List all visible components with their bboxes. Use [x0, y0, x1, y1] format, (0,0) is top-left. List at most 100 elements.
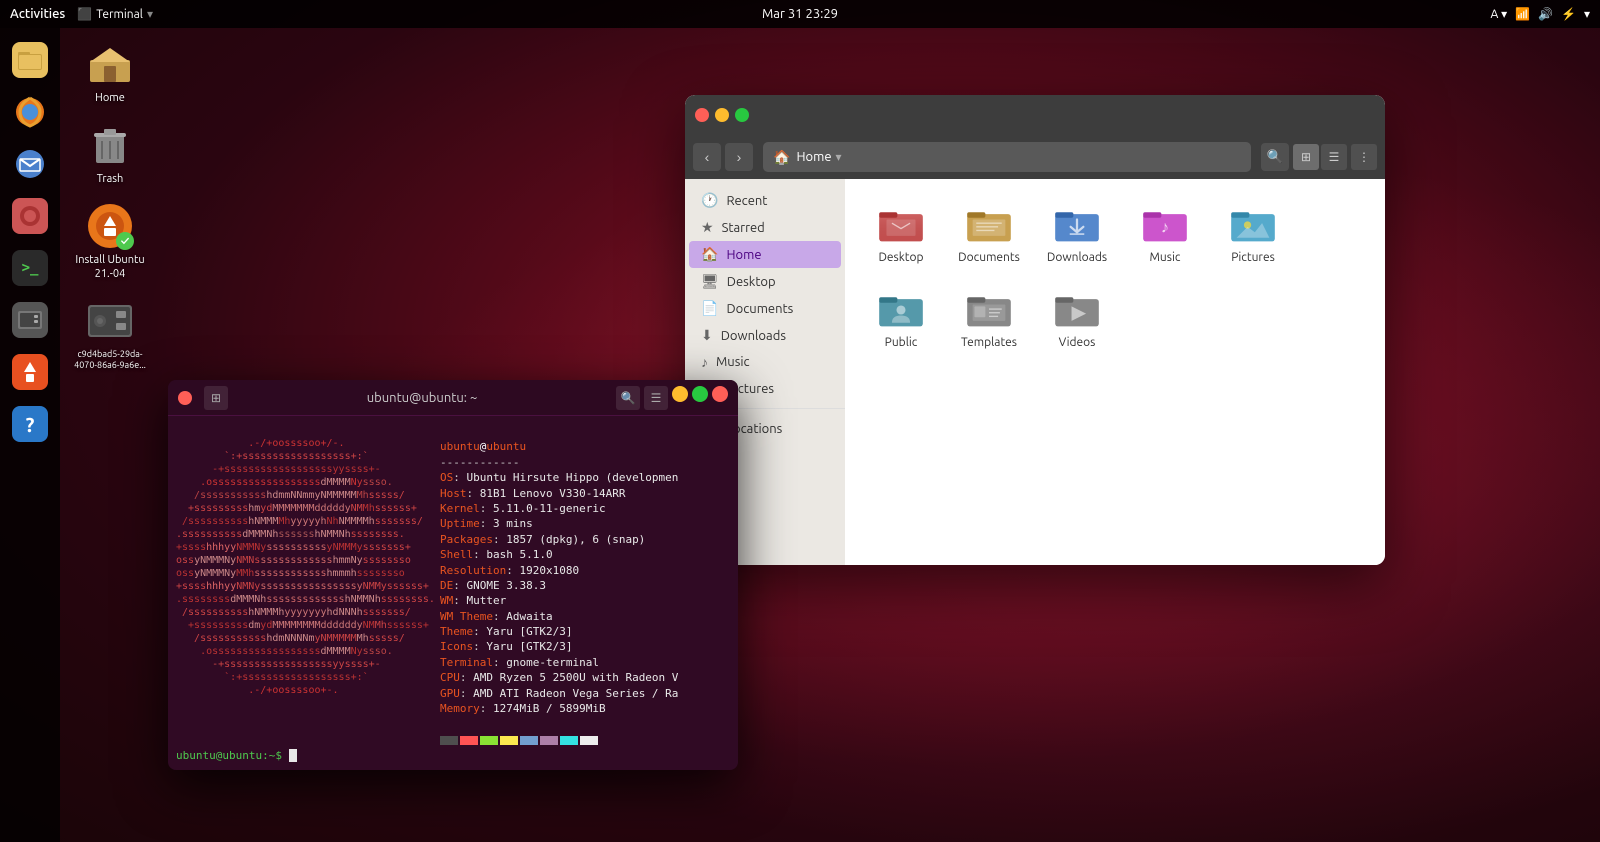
terminal-close-button[interactable]	[178, 391, 192, 405]
documents-nav-icon: 📄	[701, 300, 718, 317]
file-manager-body: 🕐 Recent ★ Starred 🏠 Home 🖥 Desktop 📄 Do…	[685, 179, 1385, 565]
folder-pictures-icon	[1227, 203, 1279, 247]
topbar: Activities ⬛ Terminal ▾ Mar 31 23:29 A ▾…	[0, 0, 1600, 28]
sidebar-item-recent[interactable]: 🕐 Recent	[689, 187, 841, 214]
folder-pictures-label: Pictures	[1231, 251, 1275, 264]
terminal-window: ⊞ ubuntu@ubuntu: ~ 🔍 ☰ .-/+oossssoo+/-. …	[168, 380, 738, 770]
dock-item-thunderbird[interactable]	[6, 140, 54, 188]
desktop-icons-area: Home Trash ✓ Install	[70, 40, 150, 386]
dock-item-firefox[interactable]	[6, 88, 54, 136]
file-manager-close-button[interactable]	[695, 108, 709, 122]
desktop-icon-ssd[interactable]: c9d4bad5-29da-4070-86a6-9a6e...	[70, 297, 150, 371]
folder-downloads-icon	[1051, 203, 1103, 247]
file-manager-content: Desktop Documents	[845, 179, 1385, 565]
sidebar-item-desktop[interactable]: 🖥 Desktop	[689, 268, 841, 295]
folder-documents[interactable]: Documents	[949, 195, 1029, 272]
folder-videos-label: Videos	[1059, 336, 1096, 349]
more-options-button[interactable]: ⋮	[1351, 144, 1377, 170]
folder-videos-icon	[1051, 288, 1103, 332]
palette-color-7	[560, 736, 578, 745]
sidebar-starred-label: Starred	[722, 221, 765, 235]
folder-downloads[interactable]: Downloads	[1037, 195, 1117, 272]
sidebar-item-starred[interactable]: ★ Starred	[689, 214, 841, 241]
terminal-minimize-button[interactable]	[672, 386, 688, 402]
dock-item-terminal[interactable]: >_	[6, 244, 54, 292]
palette-color-1	[440, 736, 458, 745]
terminal-prompt[interactable]: ubuntu@ubuntu:~$	[168, 745, 738, 770]
palette-color-8	[580, 736, 598, 745]
sidebar-home-label: Home	[726, 248, 761, 262]
terminal-maximize-button[interactable]	[692, 386, 708, 402]
terminal-title: ubuntu@ubuntu: ~	[236, 391, 608, 405]
neofetch-art: .-/+oossssoo+/-. `:+ssssssssssssssssss+:…	[176, 424, 436, 737]
terminal-options-button[interactable]: ☰	[644, 386, 668, 410]
terminal-cursor	[289, 749, 297, 762]
palette-color-4	[500, 736, 518, 745]
sidebar-item-documents[interactable]: 📄 Documents	[689, 295, 841, 322]
system-menu-btn[interactable]: ▾	[1584, 7, 1590, 21]
search-button[interactable]: 🔍	[1261, 143, 1289, 171]
dock: >_ ?	[0, 28, 60, 842]
music-nav-icon: ♪	[701, 354, 708, 370]
location-dropdown-icon: ▾	[836, 150, 842, 164]
dock-item-ssd[interactable]	[6, 296, 54, 344]
neofetch-info: ubuntu@ubuntu ------------ OS: Ubuntu Hi…	[440, 424, 730, 737]
desktop-icon-install[interactable]: ✓ Install Ubuntu 21.-04	[70, 202, 150, 280]
activities-button[interactable]: Activities	[10, 7, 65, 21]
grid-view-button[interactable]: ⊞	[1293, 144, 1319, 170]
desktop-icon-trash[interactable]: Trash	[70, 121, 150, 186]
folder-templates-icon	[963, 288, 1015, 332]
svg-text:♪: ♪	[1161, 217, 1169, 236]
palette-color-2	[460, 736, 478, 745]
folder-pictures[interactable]: Pictures	[1213, 195, 1293, 272]
folder-music[interactable]: ♪ Music	[1125, 195, 1205, 272]
location-home-icon: 🏠	[773, 149, 790, 166]
terminal-menu-button[interactable]: ⊞	[204, 386, 228, 410]
file-manager-window: ‹ › 🏠 Home ▾ 🔍 ⊞ ☰ ⋮ 🕐 Recent ★ Starred …	[685, 95, 1385, 565]
sidebar-downloads-label: Downloads	[721, 329, 786, 343]
folder-desktop-icon	[875, 203, 927, 247]
sidebar-recent-label: Recent	[726, 194, 767, 208]
keyboard-indicator[interactable]: A ▾	[1491, 7, 1508, 21]
folder-templates-label: Templates	[961, 336, 1017, 349]
file-manager-minimize-button[interactable]	[715, 108, 729, 122]
back-button[interactable]: ‹	[693, 143, 721, 171]
sidebar-item-music[interactable]: ♪ Music	[689, 349, 841, 375]
list-view-button[interactable]: ☰	[1321, 144, 1347, 170]
palette-color-5	[520, 736, 538, 745]
sidebar-documents-label: Documents	[726, 302, 793, 316]
folder-public[interactable]: Public	[861, 280, 941, 357]
sidebar-item-home[interactable]: 🏠 Home	[689, 241, 841, 268]
folder-desktop[interactable]: Desktop	[861, 195, 941, 272]
desktop-icon-home[interactable]: Home	[70, 40, 150, 105]
dock-item-help[interactable]: ?	[6, 400, 54, 448]
install-icon-label: Install Ubuntu 21.-04	[70, 254, 150, 280]
wifi-icon: 📶	[1515, 7, 1530, 21]
terminal-titlebar: ⊞ ubuntu@ubuntu: ~ 🔍 ☰	[168, 380, 738, 416]
folder-videos[interactable]: Videos	[1037, 280, 1117, 357]
file-manager-maximize-button[interactable]	[735, 108, 749, 122]
desktop-nav-icon: 🖥	[701, 273, 719, 290]
folder-templates[interactable]: Templates	[949, 280, 1029, 357]
sidebar-music-label: Music	[716, 355, 750, 369]
starred-icon: ★	[701, 219, 714, 236]
folder-documents-icon	[963, 203, 1015, 247]
terminal-close-btn2[interactable]	[712, 386, 728, 402]
prompt-text: ubuntu@ubuntu:~$	[176, 749, 289, 762]
terminal-search-button[interactable]: 🔍	[616, 386, 640, 410]
view-toggle-buttons: ⊞ ☰	[1293, 144, 1347, 170]
sidebar-item-downloads[interactable]: ⬇ Downloads	[689, 322, 841, 349]
downloads-nav-icon: ⬇	[701, 327, 713, 344]
dock-item-files[interactable]	[6, 36, 54, 84]
dock-item-app4[interactable]	[6, 192, 54, 240]
ssd-icon-label: c9d4bad5-29da-4070-86a6-9a6e...	[70, 349, 150, 371]
forward-button[interactable]: ›	[725, 143, 753, 171]
dock-item-appstore[interactable]	[6, 348, 54, 396]
home-nav-icon: 🏠	[701, 246, 718, 263]
palette-color-3	[480, 736, 498, 745]
terminal-indicator: ⬛ Terminal ▾	[77, 7, 153, 21]
location-bar[interactable]: 🏠 Home ▾	[763, 142, 1251, 172]
recent-icon: 🕐	[701, 192, 718, 209]
power-icon: ⚡	[1561, 7, 1576, 21]
folder-downloads-label: Downloads	[1047, 251, 1107, 264]
